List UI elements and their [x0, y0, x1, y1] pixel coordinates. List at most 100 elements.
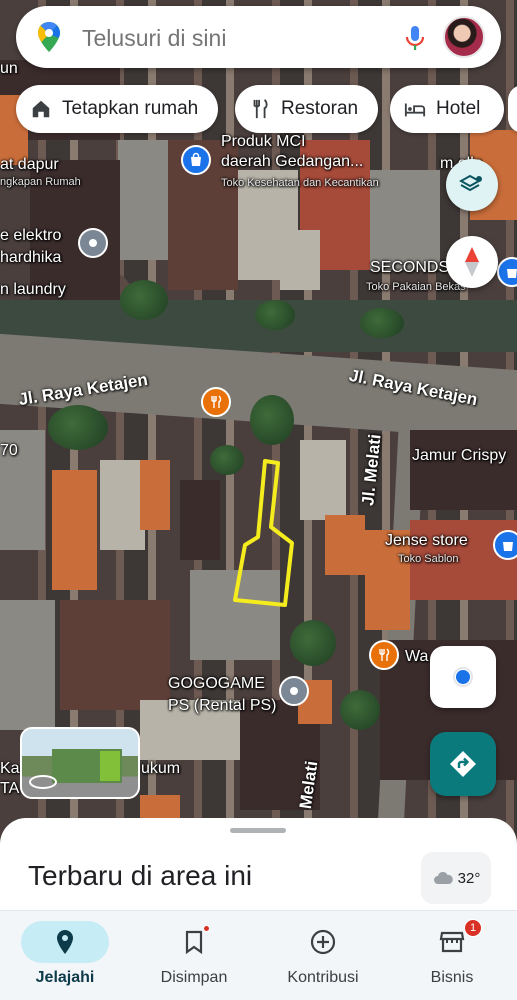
building: [180, 480, 220, 560]
nav-label: Disimpan: [160, 969, 228, 986]
place-label[interactable]: daerah Gedangan...: [221, 153, 363, 171]
avatar[interactable]: [443, 16, 485, 58]
my-location-icon: [453, 667, 473, 687]
place-label: un: [0, 60, 18, 77]
add-circle-icon: [310, 929, 336, 955]
street-view-thumbnail[interactable]: [20, 727, 140, 799]
nav-contribute[interactable]: Kontribusi: [268, 911, 378, 1000]
compass-button[interactable]: [446, 236, 498, 288]
highlighted-area-outline: [233, 459, 294, 607]
chip-set-home[interactable]: Tetapkan rumah: [16, 85, 219, 133]
layers-icon: [459, 174, 482, 192]
building: [410, 430, 517, 510]
place-label[interactable]: n laundry: [0, 281, 66, 299]
cloud-icon: [433, 871, 453, 884]
chip-label: Restoran: [281, 98, 359, 119]
directions-icon: [450, 751, 476, 777]
place-label[interactable]: hardhika: [0, 249, 61, 267]
chip-hotel[interactable]: Hotel: [390, 85, 505, 133]
my-location-button[interactable]: [430, 646, 496, 708]
place-label[interactable]: ukum: [141, 760, 180, 778]
notification-badge: 1: [464, 919, 482, 937]
nav-business[interactable]: 1 Bisnis: [397, 911, 507, 1000]
place-label[interactable]: PS (Rental PS): [168, 697, 276, 715]
nav-saved[interactable]: Disimpan: [139, 911, 249, 1000]
tree: [255, 300, 295, 330]
tree: [250, 395, 294, 445]
place-label[interactable]: e elektro: [0, 227, 61, 245]
bottom-navigation: Jelajahi Disimpan Kontribusi 1 Bisnis: [0, 910, 517, 1000]
building: [100, 460, 145, 550]
place-label[interactable]: Ka: [0, 760, 20, 778]
building: [52, 470, 97, 590]
place-label[interactable]: at dapur: [0, 156, 59, 174]
nav-explore[interactable]: Jelajahi: [10, 911, 120, 1000]
building: [60, 600, 170, 710]
chip-label: Tetapkan rumah: [62, 98, 199, 119]
home-icon: [32, 100, 50, 118]
chip-restaurant[interactable]: Restoran: [235, 85, 379, 133]
tree: [290, 620, 336, 666]
shopping-bag-icon[interactable]: [181, 145, 211, 175]
compass-icon: [465, 247, 479, 277]
place-label: 70: [0, 442, 18, 459]
place-category: ngkapan Rumah: [0, 176, 81, 188]
shopping-bag-icon[interactable]: [493, 530, 517, 560]
tree: [340, 690, 380, 730]
tree: [120, 280, 168, 320]
sheet-title: Terbaru di area ini: [28, 860, 253, 891]
place-label[interactable]: Produk MCI: [221, 133, 305, 151]
building: [118, 140, 168, 260]
place-label[interactable]: TA: [0, 780, 19, 798]
tree: [360, 308, 404, 338]
building: [370, 170, 440, 270]
tree: [48, 405, 108, 450]
place-category: Toko Sablon: [398, 553, 459, 565]
search-bar[interactable]: [16, 6, 501, 68]
street-label: Jl. Melati: [358, 433, 385, 507]
microphone-icon[interactable]: [402, 24, 428, 52]
building: [0, 600, 55, 730]
notification-dot: [203, 925, 210, 932]
temperature: 32°: [457, 869, 481, 887]
restaurant-icon[interactable]: [369, 640, 399, 670]
building: [280, 230, 320, 290]
street-view-360-icon: [29, 775, 57, 789]
place-category: Toko Kesehatan dan Kecantikan: [221, 177, 379, 189]
house-door: [100, 751, 120, 781]
directions-button[interactable]: [430, 732, 496, 796]
weather-badge[interactable]: 32°: [421, 852, 491, 904]
place-label[interactable]: GOGOGAME: [168, 675, 265, 693]
building: [140, 460, 170, 530]
place-category: Toko Pakaian Bekas: [366, 281, 466, 293]
restaurant-icon: [253, 99, 268, 119]
storefront-icon: [439, 931, 465, 953]
building: [300, 440, 346, 520]
hotel-icon: [404, 103, 426, 117]
search-input[interactable]: [82, 25, 372, 52]
chip-more[interactable]: [508, 85, 517, 133]
sheet-drag-handle[interactable]: [230, 828, 286, 833]
nav-contribute-pill: [279, 921, 367, 963]
layers-button[interactable]: [446, 159, 498, 211]
shopping-bag-icon[interactable]: [497, 257, 517, 287]
nav-label: Bisnis: [430, 969, 474, 986]
chip-label: Hotel: [436, 98, 481, 119]
building: [325, 515, 365, 575]
place-label[interactable]: Jamur Crispy: [412, 447, 506, 465]
nav-label: Jelajahi: [35, 969, 95, 986]
nav-label: Kontribusi: [287, 969, 359, 986]
nav-business-pill: 1: [408, 919, 496, 963]
bookmark-icon: [185, 930, 203, 954]
restaurant-icon[interactable]: [201, 387, 231, 417]
place-label[interactable]: SECONDS: [370, 259, 449, 277]
location-pin-icon: [57, 930, 73, 954]
nav-explore-pill: [21, 921, 109, 963]
building: [140, 795, 180, 820]
place-pin-icon[interactable]: [279, 676, 309, 706]
google-maps-logo-icon: [38, 22, 60, 52]
nav-saved-pill: [150, 921, 238, 963]
place-label[interactable]: Jense store: [385, 532, 468, 550]
place-pin-icon[interactable]: [78, 228, 108, 258]
explore-bottom-sheet[interactable]: Terbaru di area ini 32°: [0, 818, 517, 918]
